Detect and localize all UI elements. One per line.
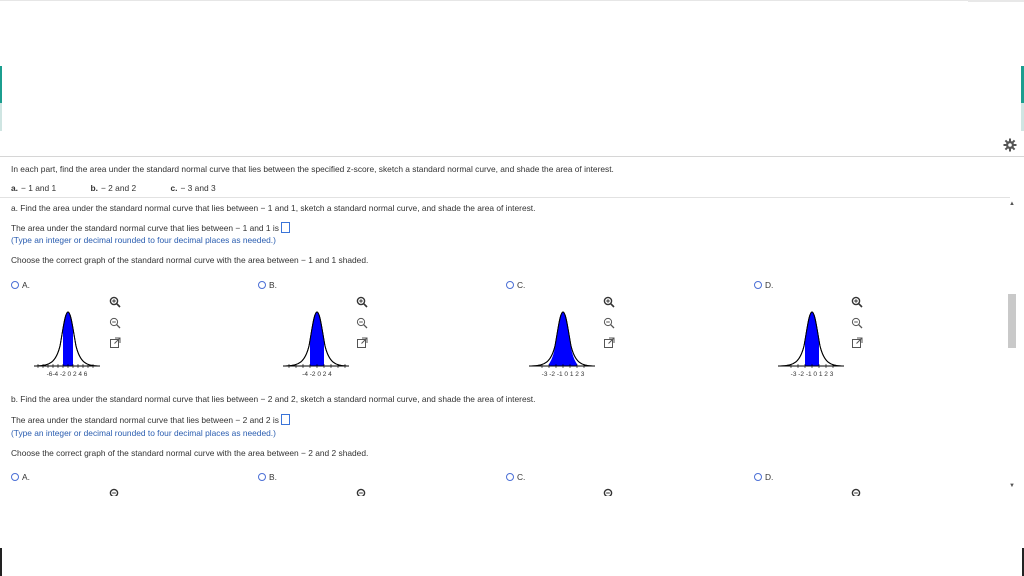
zoom-in-icon[interactable] xyxy=(356,296,368,308)
scroll-up-arrow-icon[interactable]: ▲ xyxy=(1009,201,1015,207)
graph-option-c: -3 -2 -1 0 1 2 3 xyxy=(527,304,597,378)
graph-option-b: -4 -2 0 2 4 xyxy=(281,304,351,378)
part-b-choose: Choose the correct graph of the standard… xyxy=(11,448,369,458)
part-b-answer-input[interactable] xyxy=(280,414,290,425)
left-accent-bar xyxy=(0,66,2,103)
part-b-option-b[interactable]: B. xyxy=(258,472,277,482)
graph-option-d: -3 -2 -1 0 1 2 3 xyxy=(776,304,846,378)
radio-button[interactable] xyxy=(754,281,762,289)
radio-button[interactable] xyxy=(258,281,266,289)
part-item-b: b. − 2 and 2 xyxy=(90,183,137,193)
zoom-in-icon[interactable] xyxy=(603,296,615,308)
question-scroll-area[interactable]: a. Find the area under the standard norm… xyxy=(0,198,1024,496)
part-a-answer-input[interactable] xyxy=(280,222,290,233)
part-a-option-a[interactable]: A. xyxy=(11,280,30,290)
part-a-option-b[interactable]: B. xyxy=(258,280,277,290)
part-b-prompt: b. Find the area under the standard norm… xyxy=(11,394,536,404)
radio-button[interactable] xyxy=(506,473,514,481)
part-a-option-c[interactable]: C. xyxy=(506,280,525,290)
gear-icon[interactable] xyxy=(1003,138,1017,152)
axis-labels: -3 -2 -1 0 1 2 3 xyxy=(542,371,585,378)
parts-list: a. − 1 and 1 b. − 2 and 2 c. − 3 and 3 xyxy=(11,183,248,193)
instructions-text: In each part, find the area under the st… xyxy=(11,164,614,174)
popout-icon[interactable] xyxy=(109,337,121,349)
top-border xyxy=(0,0,1024,1)
scrollbar-thumb[interactable] xyxy=(1008,294,1016,348)
part-b-hint: (Type an integer or decimal rounded to f… xyxy=(11,428,276,438)
popout-icon[interactable] xyxy=(851,337,863,349)
part-a-hint: (Type an integer or decimal rounded to f… xyxy=(11,235,276,245)
graph-option-a: -6-4 -2 0 2 4 6 xyxy=(32,304,102,378)
part-b-option-d[interactable]: D. xyxy=(754,472,773,482)
zoom-in-icon[interactable] xyxy=(851,488,863,496)
part-a-area-line: The area under the standard normal curve… xyxy=(11,222,290,233)
zoom-in-icon[interactable] xyxy=(109,488,121,496)
top-right-rule xyxy=(968,0,1024,2)
left-accent-bar-light xyxy=(0,103,2,131)
axis-labels: -3 -2 -1 0 1 2 3 xyxy=(791,371,834,378)
zoom-in-icon[interactable] xyxy=(109,296,121,308)
part-b-option-c[interactable]: C. xyxy=(506,472,525,482)
radio-button[interactable] xyxy=(506,281,514,289)
zoom-out-icon[interactable] xyxy=(109,317,121,329)
part-a-choose: Choose the correct graph of the standard… xyxy=(11,255,369,265)
popout-icon[interactable] xyxy=(603,337,615,349)
axis-labels: -4 -2 0 2 4 xyxy=(302,371,332,378)
part-a-prompt: a. Find the area under the standard norm… xyxy=(11,203,536,213)
part-b-area-text: The area under the standard normal curve… xyxy=(11,415,279,425)
bottom-area xyxy=(0,498,1024,576)
scroll-down-arrow-icon[interactable]: ▼ xyxy=(1009,483,1015,489)
part-a-area-text: The area under the standard normal curve… xyxy=(11,223,279,233)
part-a-option-d[interactable]: D. xyxy=(754,280,773,290)
radio-button[interactable] xyxy=(258,473,266,481)
zoom-out-icon[interactable] xyxy=(603,317,615,329)
part-item-c: c. − 3 and 3 xyxy=(170,183,216,193)
radio-button[interactable] xyxy=(11,281,19,289)
bottom-left-edge xyxy=(0,548,2,576)
zoom-out-icon[interactable] xyxy=(851,317,863,329)
zoom-out-icon[interactable] xyxy=(356,317,368,329)
part-item-a: a. − 1 and 1 xyxy=(11,183,57,193)
radio-button[interactable] xyxy=(754,473,762,481)
radio-button[interactable] xyxy=(11,473,19,481)
part-b-option-a[interactable]: A. xyxy=(11,472,30,482)
axis-labels: -6-4 -2 0 2 4 6 xyxy=(47,371,88,378)
zoom-in-icon[interactable] xyxy=(356,488,368,496)
zoom-in-icon[interactable] xyxy=(603,488,615,496)
popout-icon[interactable] xyxy=(356,337,368,349)
zoom-in-icon[interactable] xyxy=(851,296,863,308)
header-divider xyxy=(0,156,1024,157)
part-b-area-line: The area under the standard normal curve… xyxy=(11,414,290,425)
top-frame xyxy=(0,0,1024,158)
